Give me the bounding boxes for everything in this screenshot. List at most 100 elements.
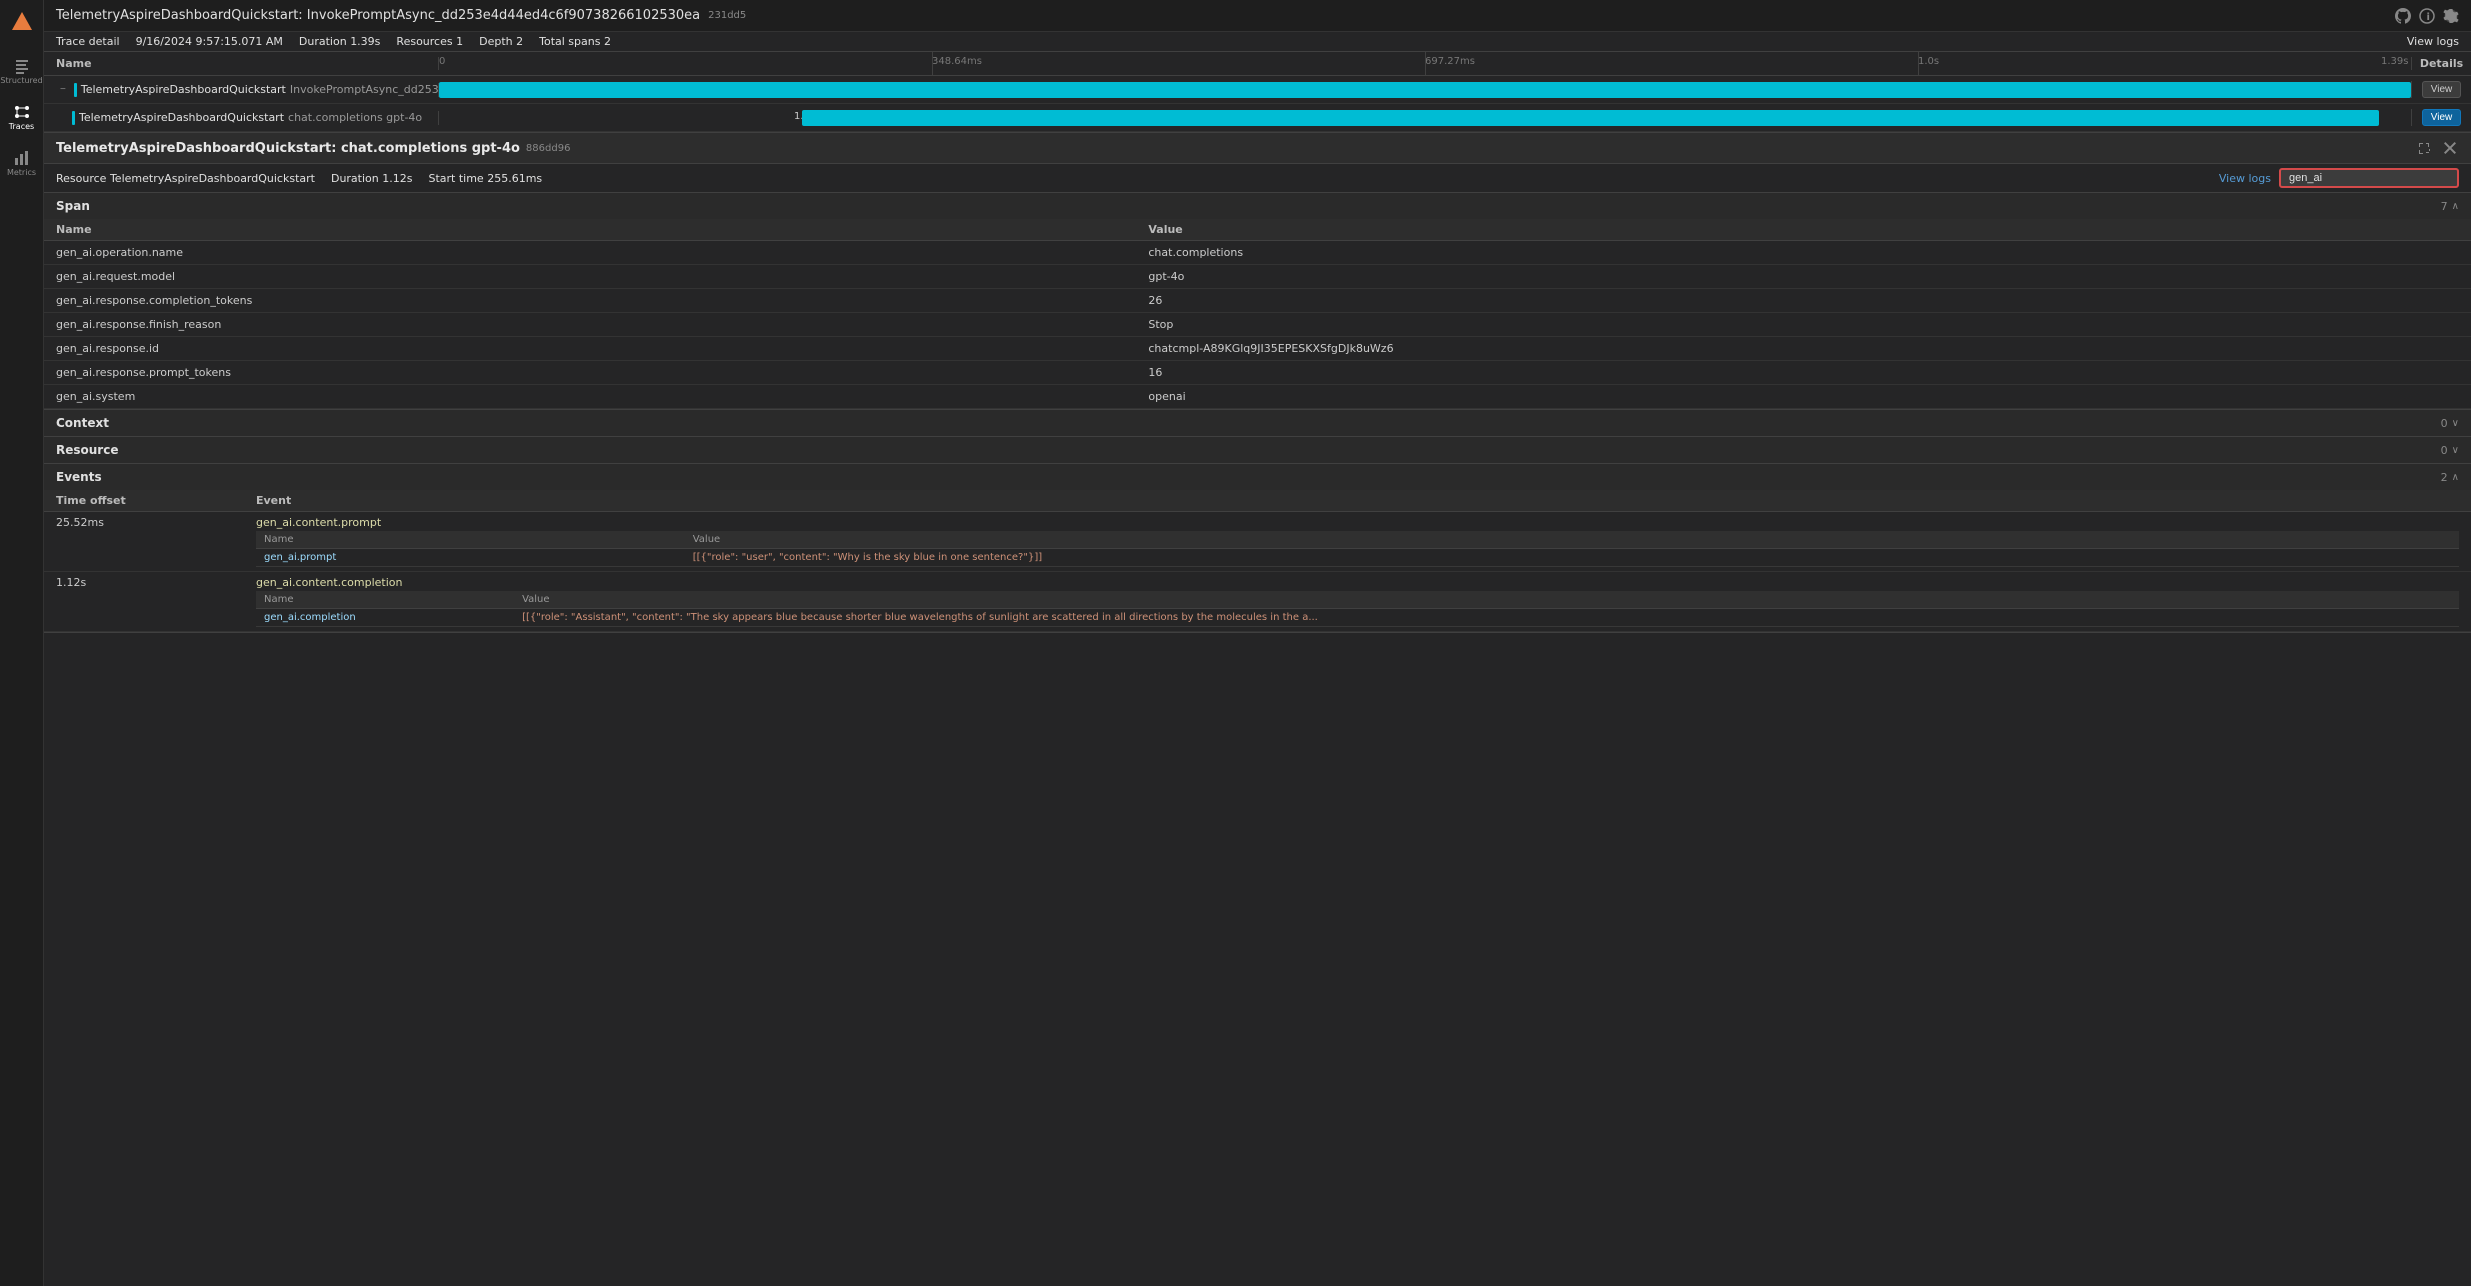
attr-value-cell: chat.completions [1136,241,2471,265]
event-content: gen_ai.content.prompt Name Value gen_ai.… [244,512,2471,572]
topbar: TelemetryAspireDashboardQuickstart: Invo… [44,0,2471,32]
resource-section: Resource 0 ∨ [44,437,2471,464]
topbar-icons: i [2395,8,2459,24]
row1-view-button[interactable]: View [2422,81,2462,98]
view-logs-link[interactable]: View logs [2407,35,2459,48]
row2-bar [802,110,2380,126]
timeline-header: Name 0 348.64ms 697.27ms 1.0s 1.39s Deta… [44,52,2471,76]
sidebar-item-structured-label: Structured [0,76,42,85]
trace-section: Trace detail 9/16/2024 9:57:15.071 AM Du… [44,32,2471,133]
attr-name-cell: gen_ai.response.prompt_tokens [44,361,1136,385]
detail-panel: TelemetryAspireDashboardQuickstart: chat… [44,133,2471,1286]
detail-resource-value: TelemetryAspireDashboardQuickstart [110,172,315,185]
event-time-offset: 1.12s [44,572,244,632]
events-section-count: 2 ∧ [2441,471,2459,484]
trace-resources-label: Resources 1 [396,35,463,48]
span-section: Span 7 ∧ Name Value gen_ai.operation. [44,193,2471,410]
search-input[interactable] [2279,168,2459,188]
span-section-title: Span [56,199,90,213]
span-attribute-row: gen_ai.request.model gpt-4o [44,265,2471,289]
ruler-label-3: 1.0s [1918,56,1939,67]
event-name-label: gen_ai.content.prompt [256,516,2459,529]
timeline-row-1: − TelemetryAspireDashboardQuickstart Inv… [44,76,2471,104]
span-attribute-row: gen_ai.system openai [44,385,2471,409]
attr-name-cell: gen_ai.request.model [44,265,1136,289]
detail-panel-badge: 886dd96 [526,143,571,154]
span-section-count: 7 ∧ [2441,200,2459,213]
detail-duration-value: 1.12s [382,172,412,185]
context-section-header[interactable]: Context 0 ∨ [44,410,2471,436]
span-attributes-table: Name Value gen_ai.operation.name chat.co… [44,219,2471,409]
trace-id-badge: 231dd5 [708,10,746,21]
span-attribute-row: gen_ai.response.id chatcmpl-A89KGlq9JI35… [44,337,2471,361]
resource-chevron-icon: ∨ [2452,445,2459,456]
row2-view-button[interactable]: View [2422,109,2462,126]
nested-value-header: Value [685,531,2459,549]
github-icon[interactable] [2395,8,2411,24]
trace-depth-value: 2 [516,35,523,48]
resource-section-header[interactable]: Resource 0 ∨ [44,437,2471,463]
view-logs-link-detail[interactable]: View logs [2219,172,2271,185]
timeline-row-2-name: TelemetryAspireDashboardQuickstart chat.… [44,111,439,125]
ruler-label-2: 697.27ms [1425,56,1475,67]
attr-value-cell: Stop [1136,313,2471,337]
nested-name-header: Name [256,531,685,549]
sidebar-item-traces-label: Traces [9,122,34,131]
span-section-content: Name Value gen_ai.operation.name chat.co… [44,219,2471,409]
detail-starttime-value: 255.61ms [487,172,542,185]
detail-actions: View logs [2219,168,2459,188]
info-icon[interactable]: i [2419,8,2435,24]
detail-panel-title: TelemetryAspireDashboardQuickstart: chat… [56,141,520,156]
detail-panel-header: TelemetryAspireDashboardQuickstart: chat… [44,133,2471,164]
events-section-content: Time offset Event 25.52ms gen_ai.content… [44,490,2471,632]
close-panel-button[interactable] [2441,139,2459,157]
settings-icon[interactable] [2443,8,2459,24]
row1-color-bar [74,83,77,97]
attr-value-cell: openai [1136,385,2471,409]
span-attribute-row: gen_ai.response.prompt_tokens 16 [44,361,2471,385]
sidebar-item-metrics-label: Metrics [7,168,36,177]
events-section-header[interactable]: Events 2 ∧ [44,464,2471,490]
events-section: Events 2 ∧ Time offset Event 25.52ms [44,464,2471,633]
timeline-row-2: TelemetryAspireDashboardQuickstart chat.… [44,104,2471,132]
svg-text:i: i [2427,12,2430,23]
trace-date: 9/16/2024 9:57:15.071 AM [136,35,283,48]
span-attribute-row: gen_ai.response.completion_tokens 26 [44,289,2471,313]
main-content: TelemetryAspireDashboardQuickstart: Invo… [44,0,2471,1286]
ruler-label-4: 1.39s [2381,56,2408,67]
span-attribute-row: gen_ai.response.finish_reason Stop [44,313,2471,337]
sidebar-item-structured[interactable]: Structured [2,49,42,93]
row2-bar-container: 1.12s [439,104,2411,132]
sidebar-item-metrics[interactable]: Metrics [2,141,42,185]
sidebar-item-traces[interactable]: Traces [2,95,42,139]
span-section-header[interactable]: Span 7 ∧ [44,193,2471,219]
detail-resource-label: Resource TelemetryAspireDashboardQuickst… [56,172,315,185]
event-nested-value: [[{"role": "user", "content": "Why is th… [685,549,2459,567]
expand-panel-button[interactable] [2415,139,2433,157]
page-title: TelemetryAspireDashboardQuickstart: Invo… [56,8,700,23]
trace-resources-value: 1 [456,35,463,48]
nested-name-header: Name [256,591,514,609]
row1-expand-btn[interactable]: − [56,84,70,95]
resource-section-title: Resource [56,443,118,457]
event-content: gen_ai.content.completion Name Value gen… [244,572,2471,632]
ruler-label-0: 0 [439,56,445,67]
attr-name-cell: gen_ai.system [44,385,1136,409]
row2-details-btn: View [2411,109,2471,126]
attr-value-header: Value [1136,219,2471,241]
span-chevron-icon: ∧ [2452,201,2459,212]
event-nested-row: gen_ai.completion [[{"role": "Assistant"… [256,609,2459,627]
trace-spans-value: 2 [604,35,611,48]
sidebar: Structured Traces Metrics [0,0,44,1286]
trace-duration-label: Duration 1.39s [299,35,381,48]
detail-starttime-label: Start time 255.61ms [428,172,542,185]
attr-name-cell: gen_ai.response.finish_reason [44,313,1136,337]
trace-duration-value: 1.39s [350,35,380,48]
attr-name-header: Name [44,219,1136,241]
row2-color-bar [72,111,75,125]
timeline-details-header: Details [2411,57,2471,70]
row1-sub-name: InvokePromptAsync_dd253e4d44ed4c6f907382… [290,83,439,96]
context-chevron-icon: ∨ [2452,418,2459,429]
event-row: 25.52ms gen_ai.content.prompt Name Value… [44,512,2471,572]
ruler-label-1: 348.64ms [932,56,982,67]
